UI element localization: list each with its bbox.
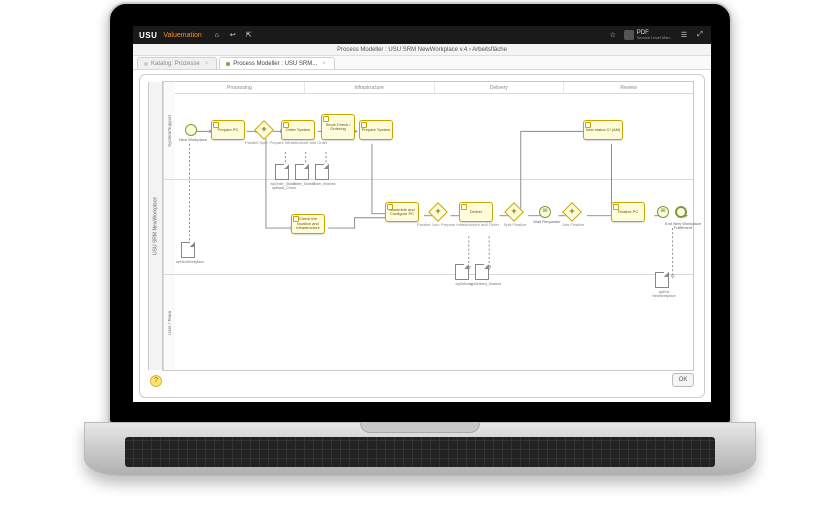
canvas-frame: USU SRM NewWorkplace Processing Infrastr… <box>139 74 705 398</box>
help-button[interactable]: ? <box>150 375 162 387</box>
data-object[interactable]: Order_Started <box>295 164 309 180</box>
hamburger-icon[interactable]: ☰ <box>679 30 689 40</box>
avatar-icon <box>624 30 634 40</box>
task-check-location[interactable]: Check the location and infrastructure <box>291 214 325 234</box>
data-object[interactable]: wpDelivery_finished <box>475 264 489 280</box>
screen-bezel: USU Valuemation ⌂ ↩ ⇱ ☆ PDF Service Leve… <box>108 2 732 424</box>
doc-label: wpEnd NewWorkplace <box>650 290 678 298</box>
task-deliver[interactable]: Deliver <box>459 202 493 222</box>
external-icon[interactable]: ⇱ <box>244 30 254 40</box>
bpmn-pool: USU SRM NewWorkplace Processing Infrastr… <box>162 81 694 371</box>
task-assemble-configure[interactable]: Assemble and Configure PC <box>385 202 419 222</box>
tab-bar: Katalog: Prozesse × Process Modeller : U… <box>133 56 711 70</box>
subprocess-icon <box>585 122 591 128</box>
brand-logo: USU <box>139 31 157 40</box>
lane-title <box>163 180 175 274</box>
keyboard <box>125 437 715 467</box>
app-screen: USU Valuemation ⌂ ↩ ⇱ ☆ PDF Service Leve… <box>133 26 711 402</box>
star-icon[interactable]: ☆ <box>608 30 618 40</box>
task-prepare-system[interactable]: Prepare System <box>359 120 393 140</box>
tab-process-modeller[interactable]: Process Modeller : USU SRM... × <box>219 57 335 69</box>
pool-title: USU SRM NewWorkplace <box>148 82 162 370</box>
subprocess-icon <box>293 216 299 222</box>
expand-icon[interactable]: ⤢ <box>695 30 705 40</box>
end-event[interactable]: End New Workplace Fulfillment <box>675 206 687 218</box>
task-label: Prepare PC <box>218 128 239 132</box>
data-object[interactable]: Order_finished <box>315 164 329 180</box>
laptop-base <box>84 422 756 476</box>
lane-mid <box>163 180 693 275</box>
tab-status-icon <box>144 62 148 66</box>
window-title: Process Modeller : USU SRM NewWorkplace … <box>133 44 711 56</box>
gateway-label: Split Finalize <box>497 222 533 227</box>
task-label: Deliver <box>470 210 482 214</box>
subprocess-icon <box>323 116 329 122</box>
top-navbar: USU Valuemation ⌂ ↩ ⇱ ☆ PDF Service Leve… <box>133 26 711 44</box>
user-menu[interactable]: PDF Service Level Man... <box>624 30 673 40</box>
data-object[interactable]: wpEnd NewWorkplace <box>655 272 669 288</box>
subprocess-icon <box>283 122 289 128</box>
lane-user: User / Team <box>163 275 693 370</box>
task-prepare-pc[interactable]: Prepare PC <box>211 120 245 140</box>
ok-button[interactable]: OK <box>672 373 694 387</box>
subprocess-icon <box>213 122 219 128</box>
node-label: New Workplace <box>176 138 210 142</box>
home-icon[interactable]: ⌂ <box>212 30 222 40</box>
task-stock-check[interactable]: Stock Check / Ordering <box>321 114 355 140</box>
back-icon[interactable]: ↩ <box>228 30 238 40</box>
user-role: Service Level Man... <box>637 36 673 40</box>
close-icon[interactable]: × <box>322 61 326 67</box>
tab-catalog[interactable]: Katalog: Prozesse × <box>137 57 217 69</box>
gateway-label: Parallel Split: Prepare Infrastructure a… <box>245 140 289 145</box>
doc-label: wpNewWorkplace <box>176 260 204 264</box>
task-finalize-pc[interactable]: Finalize PC <box>611 202 645 222</box>
product-name: Valuemation <box>163 32 201 39</box>
diagram-canvas[interactable]: USU SRM NewWorkplace Processing Infrastr… <box>133 70 711 402</box>
lane-title: System/Support <box>163 82 175 179</box>
subprocess-icon <box>387 204 393 210</box>
subprocess-icon <box>613 204 619 210</box>
data-object[interactable]: wpOrder_Status / wpBack_Check <box>275 164 289 180</box>
node-label: End New Workplace Fulfillment <box>663 222 703 231</box>
task-label: New status CI (AM) <box>586 128 621 132</box>
start-event[interactable]: New Workplace <box>185 124 197 136</box>
hinge-notch <box>360 423 480 433</box>
subprocess-icon <box>461 204 467 210</box>
gateway-label: Join Finalize <box>555 222 591 227</box>
task-label: Stock Check / Ordering <box>323 123 353 132</box>
doc-label: Order_finished <box>310 182 338 186</box>
task-label: Finalize PC <box>618 210 638 214</box>
laptop-mockup: USU Valuemation ⌂ ↩ ⇱ ☆ PDF Service Leve… <box>108 2 732 492</box>
data-object[interactable]: wpNewWorkplace <box>181 242 195 258</box>
tab-status-icon <box>226 62 230 66</box>
data-object[interactable]: wpDelivery <box>455 264 469 280</box>
subprocess-icon <box>361 122 367 128</box>
lane-title: User / Team <box>163 275 175 370</box>
task-order-system[interactable]: Order System <box>281 120 315 140</box>
message-event[interactable] <box>657 206 669 218</box>
task-label: Order System <box>286 128 311 132</box>
tab-label: Process Modeller : USU SRM... <box>233 61 317 67</box>
task-new-status-ci[interactable]: New status CI (AM) <box>583 120 623 140</box>
gateway-label: Parallel Join: Prepare Infrastructure an… <box>417 222 465 227</box>
intermediate-message-event[interactable]: Wait Requester <box>539 206 551 218</box>
close-icon[interactable]: × <box>205 61 209 67</box>
task-label: Prepare System <box>362 128 391 132</box>
doc-label: wpDelivery_finished <box>470 282 498 286</box>
tab-label: Katalog: Prozesse <box>151 61 200 67</box>
